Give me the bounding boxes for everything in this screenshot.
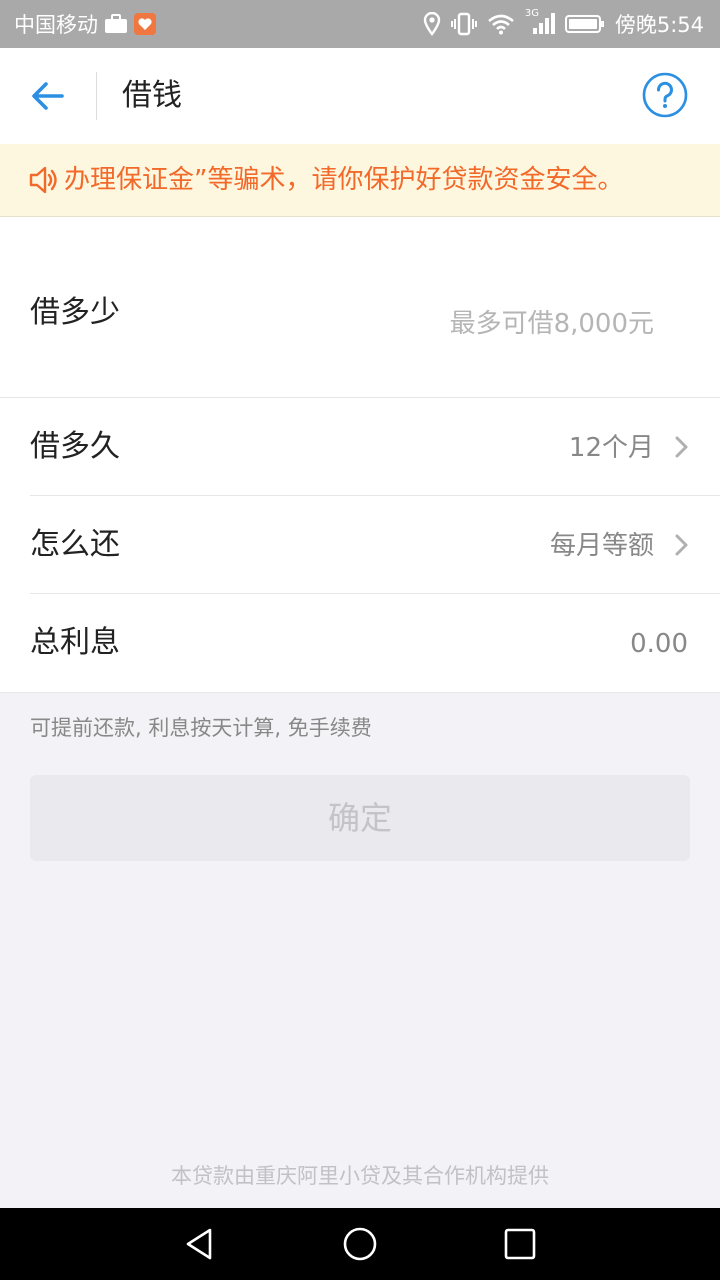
app-bar-divider: [96, 72, 97, 120]
page-title: 借钱: [122, 78, 182, 113]
provider-footer: 本贷款由重庆阿里小贷及其合作机构提供: [171, 1164, 549, 1188]
chevron-right-icon: [675, 534, 688, 556]
wifi-icon: [487, 14, 514, 35]
term-row[interactable]: 借多久 12个月: [0, 398, 720, 496]
system-nav-bar: [0, 1208, 720, 1280]
help-circle-icon[interactable]: [642, 72, 688, 118]
nav-back-icon[interactable]: [182, 1226, 218, 1262]
vibrate-icon: [450, 12, 477, 36]
amount-label: 借多少: [30, 295, 120, 330]
notice-text: 办理保证金”等骗术，请你保护好贷款资金安全。: [64, 165, 624, 195]
interest-label: 总利息: [30, 625, 120, 660]
confirm-button[interactable]: 确定: [30, 775, 690, 861]
battery-icon: [564, 15, 604, 33]
security-notice[interactable]: 办理保证金”等骗术，请你保护好贷款资金安全。: [0, 144, 720, 217]
signal-group: 3G: [525, 8, 555, 36]
status-right: 3G 傍晚5:54: [423, 8, 704, 40]
repayment-hint: 可提前还款, 利息按天计算, 免手续费: [30, 716, 372, 740]
repay-row[interactable]: 怎么还 每月等额: [0, 496, 720, 594]
signal-icon: [532, 13, 555, 34]
nav-recents-icon[interactable]: [502, 1226, 538, 1262]
amount-input[interactable]: [332, 303, 656, 345]
app-bar: 借钱: [0, 48, 720, 145]
back-arrow-icon[interactable]: [26, 74, 70, 118]
app-notification-icon: [134, 13, 156, 35]
chevron-right-icon: [675, 436, 688, 458]
term-value: 12个月: [568, 433, 654, 463]
interest-value: 0.00: [630, 629, 688, 659]
repay-value: 每月等额: [549, 531, 654, 561]
briefcase-icon: [105, 14, 127, 33]
status-bar: 中国移动 3G 傍晚5:54: [0, 0, 720, 48]
nav-home-icon[interactable]: [342, 1226, 378, 1262]
speaker-icon: [29, 166, 57, 194]
repay-label: 怎么还: [30, 527, 120, 562]
location-icon: [423, 12, 441, 36]
loan-options: 借多久 12个月 怎么还 每月等额 总利息 0.00: [0, 398, 720, 693]
amount-card: 借多少: [0, 217, 720, 398]
term-label: 借多久: [30, 429, 120, 464]
interest-row: 总利息 0.00: [0, 594, 720, 692]
status-left: 中国移动: [14, 8, 156, 40]
carrier-label: 中国移动: [14, 13, 98, 37]
clock: 傍晚5:54: [614, 13, 704, 37]
